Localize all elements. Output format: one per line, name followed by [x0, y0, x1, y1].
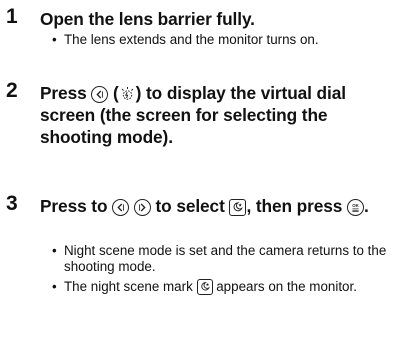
bullet-list: Night scene mode is set and the camera r… [52, 243, 397, 299]
step-number: 1 [6, 5, 18, 28]
heading-text: . [363, 196, 369, 216]
bullet-text: The night scene mark [64, 279, 193, 294]
step-heading: Open the lens barrier fully. [40, 9, 255, 29]
step-1: 1 Open the lens barrier fully. The lens … [0, 5, 401, 65]
ok-menu-button-icon: OK [346, 199, 364, 216]
flash-icon [119, 86, 136, 103]
heading-text: , then press [246, 196, 343, 216]
step-heading: Press to to select , then press OK . [40, 195, 397, 217]
bullet-text: appears on the monitor. [216, 279, 357, 294]
step-number: 3 [6, 192, 18, 215]
bullet-item: The night scene mark appears on the moni… [52, 279, 397, 295]
left-arrow-button-icon [91, 86, 109, 103]
heading-text: to select [155, 196, 225, 216]
bullet-item: The lens extends and the monitor turns o… [52, 32, 397, 48]
svg-text:OK: OK [352, 203, 359, 208]
step-number: 2 [6, 79, 18, 102]
bullet-item: Night scene mode is set and the camera r… [52, 243, 397, 275]
heading-text: Press to [40, 196, 108, 216]
bullet-list: The lens extends and the monitor turns o… [52, 32, 397, 52]
night-scene-icon [229, 199, 247, 216]
right-arrow-button-icon [133, 199, 151, 216]
step-2: 2 Press ( ) to display the virtual dial … [0, 79, 401, 159]
step-3: 3 Press to to select , then press OK . N… [0, 192, 401, 342]
heading-text: Press [40, 83, 87, 103]
left-arrow-button-icon [112, 199, 130, 216]
night-scene-icon [196, 279, 213, 295]
step-heading: Press ( ) to display the virtual dial sc… [40, 82, 397, 148]
